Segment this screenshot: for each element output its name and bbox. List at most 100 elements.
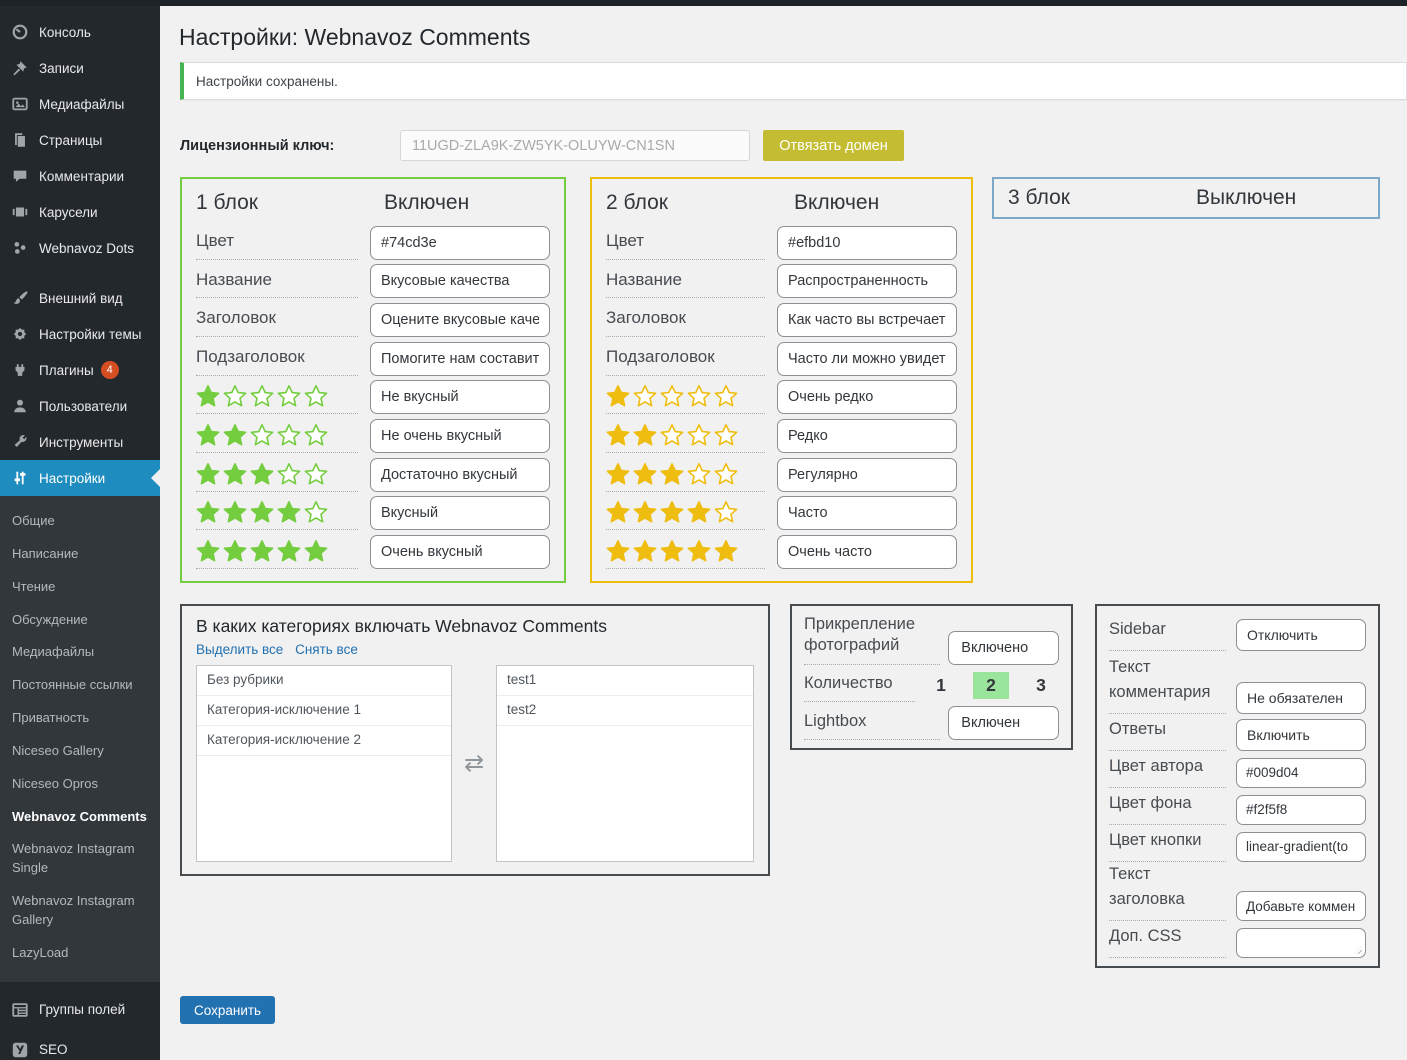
photo-count-option-1[interactable]: 1: [923, 672, 959, 699]
block2-subheading-input[interactable]: [777, 342, 957, 376]
header-text-label: Текст заголовка: [1109, 862, 1226, 921]
replies-label: Ответы: [1109, 717, 1226, 751]
submenu-item-webnavoz-instagram-gallery[interactable]: Webnavoz Instagram Gallery: [0, 885, 160, 937]
custom-css-label: Доп. CSS: [1109, 924, 1226, 958]
comment-text-toggle[interactable]: Не обязателен: [1236, 682, 1366, 714]
block-status[interactable]: Включен: [384, 191, 469, 215]
admin-sidebar: Консоль Записи Медиафайлы Страницы Комме…: [0, 0, 160, 1060]
sidebar-item-posts[interactable]: Записи: [0, 50, 160, 86]
unbind-domain-button[interactable]: Отвязать домен: [763, 130, 904, 161]
sidebar-item-theme-settings[interactable]: Настройки темы: [0, 316, 160, 352]
sidebar-item-pages[interactable]: Страницы: [0, 122, 160, 158]
rating-stars-2: [196, 423, 358, 453]
block2-heading-input[interactable]: [777, 303, 957, 337]
submenu-item-webnavoz-comments[interactable]: Webnavoz Comments: [0, 801, 160, 834]
sliders-icon: [10, 468, 30, 488]
selected-categories-list[interactable]: test1 test2: [496, 665, 754, 862]
rating-stars-1: [196, 384, 358, 414]
submenu-item-writing[interactable]: Написание: [0, 538, 160, 571]
sidebar-item-tools[interactable]: Инструменты: [0, 424, 160, 460]
sidebar-item-label: Страницы: [39, 133, 102, 148]
sidebar-item-settings[interactable]: Настройки: [0, 460, 160, 496]
select-all-link[interactable]: Выделить все: [196, 642, 283, 657]
available-categories-list[interactable]: Без рубрики Категория-исключение 1 Катег…: [196, 665, 452, 862]
block2-rating1-input[interactable]: [777, 380, 957, 414]
sidebar-item-carousels[interactable]: Карусели: [0, 194, 160, 230]
sidebar-item-label: Медиафайлы: [39, 97, 124, 112]
sidebar-setting-label: Sidebar: [1109, 617, 1226, 651]
block1-color-input[interactable]: [370, 226, 550, 260]
category-item[interactable]: test1: [497, 666, 753, 696]
license-key-input[interactable]: [400, 130, 750, 161]
block2-title-input[interactable]: [777, 264, 957, 298]
submenu-item-lazyload[interactable]: LazyLoad: [0, 937, 160, 970]
block2-rating3-input[interactable]: [777, 458, 957, 492]
page-title: Настройки: Webnavoz Comments: [179, 24, 530, 51]
deselect-all-link[interactable]: Снять все: [295, 642, 358, 657]
block1-subheading-input[interactable]: [370, 342, 550, 376]
plugin-icon: [10, 360, 30, 380]
submenu-item-reading[interactable]: Чтение: [0, 571, 160, 604]
dashboard-icon: [10, 22, 30, 42]
category-item[interactable]: Категория-исключение 1: [197, 696, 451, 726]
save-button[interactable]: Сохранить: [180, 996, 275, 1024]
block2-rating5-input[interactable]: [777, 535, 957, 569]
comment-icon: [10, 166, 30, 186]
sidebar-item-users[interactable]: Пользователи: [0, 388, 160, 424]
field-label: Заголовок: [606, 309, 765, 337]
field-label: Подзаголовок: [606, 348, 765, 376]
author-color-input[interactable]: [1236, 758, 1366, 788]
settings-page: Настройки: Webnavoz Comments Настройки с…: [160, 0, 1407, 1060]
submenu-item-niceseo-gallery[interactable]: Niceseo Gallery: [0, 735, 160, 768]
rating-block-3: 3 блок Выключен: [992, 177, 1380, 219]
sidebar-toggle[interactable]: Отключить: [1236, 619, 1366, 651]
replies-toggle[interactable]: Включить: [1236, 719, 1366, 751]
block1-rating1-input[interactable]: [370, 380, 550, 414]
photo-count-option-2[interactable]: 2: [973, 672, 1009, 699]
category-item[interactable]: Категория-исключение 2: [197, 726, 451, 756]
settings-submenu: Общие Написание Чтение Обсуждение Медиаф…: [0, 496, 160, 982]
block2-rating4-input[interactable]: [777, 496, 957, 530]
block2-color-input[interactable]: [777, 226, 957, 260]
sidebar-item-plugins[interactable]: Плагины 4: [0, 352, 160, 388]
category-item[interactable]: test2: [497, 696, 753, 726]
submenu-item-webnavoz-instagram-single[interactable]: Webnavoz Instagram Single: [0, 833, 160, 885]
sidebar-item-field-groups[interactable]: Группы полей: [0, 992, 160, 1028]
sidebar-item-seo[interactable]: SEO: [0, 1028, 160, 1060]
lightbox-toggle[interactable]: Включен: [948, 706, 1059, 740]
sidebar-item-media[interactable]: Медиафайлы: [0, 86, 160, 122]
block1-rating2-input[interactable]: [370, 419, 550, 453]
submenu-item-privacy[interactable]: Приватность: [0, 702, 160, 735]
sidebar-item-comments[interactable]: Комментарии: [0, 158, 160, 194]
header-text-input[interactable]: [1236, 891, 1366, 921]
admin-bar: [0, 0, 1407, 6]
photo-count-option-3[interactable]: 3: [1023, 672, 1059, 699]
block1-rating5-input[interactable]: [370, 535, 550, 569]
submenu-item-media[interactable]: Медиафайлы: [0, 636, 160, 669]
submenu-item-discussion[interactable]: Обсуждение: [0, 604, 160, 637]
sidebar-item-label: Инструменты: [39, 435, 123, 450]
sidebar-item-webnavoz-dots[interactable]: Webnavoz Dots: [0, 230, 160, 266]
block-status[interactable]: Выключен: [1196, 186, 1296, 210]
block2-rating2-input[interactable]: [777, 419, 957, 453]
author-color-label: Цвет автора: [1109, 754, 1226, 788]
bg-color-input[interactable]: [1236, 795, 1366, 825]
button-color-input[interactable]: [1236, 832, 1366, 862]
custom-css-textarea[interactable]: [1236, 928, 1366, 958]
block1-title-input[interactable]: [370, 264, 550, 298]
sidebar-item-dashboard[interactable]: Консоль: [0, 14, 160, 50]
attach-photos-toggle[interactable]: Включено: [948, 631, 1059, 665]
submenu-item-niceseo-opros[interactable]: Niceseo Opros: [0, 768, 160, 801]
block-status[interactable]: Включен: [794, 191, 879, 215]
sidebar-item-appearance[interactable]: Внешний вид: [0, 280, 160, 316]
block-name: 1 блок: [196, 191, 384, 215]
block1-rating4-input[interactable]: [370, 496, 550, 530]
block1-heading-input[interactable]: [370, 303, 550, 337]
sidebar-item-label: Webnavoz Dots: [39, 241, 134, 256]
dots-icon: [10, 238, 30, 258]
category-item[interactable]: Без рубрики: [197, 666, 451, 696]
block1-rating3-input[interactable]: [370, 458, 550, 492]
submenu-item-general[interactable]: Общие: [0, 505, 160, 538]
submenu-item-permalinks[interactable]: Постоянные ссылки: [0, 669, 160, 702]
sidebar-item-label: Настройки: [39, 471, 105, 486]
